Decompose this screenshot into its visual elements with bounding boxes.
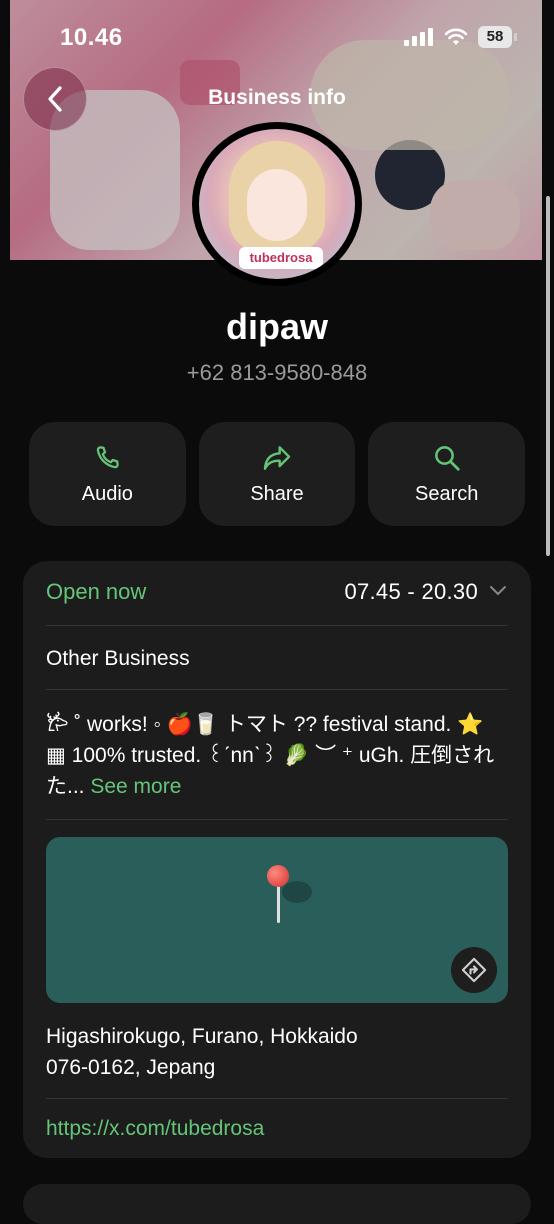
business-description: 𐂂 ˚ works! ◦ 🍎🥛 トマト ?? festival stand. ⭐…: [46, 709, 508, 802]
status-bar: 10.46 58: [0, 0, 554, 70]
website-link[interactable]: https://x.com/tubedrosa: [46, 1117, 264, 1141]
share-button[interactable]: Share: [198, 422, 356, 526]
address-line-2: 076-0162, Jepang: [46, 1056, 216, 1079]
business-hours-row[interactable]: Open now 07.45 - 20.30: [46, 579, 508, 623]
wifi-icon: [444, 28, 468, 45]
action-buttons: Audio Share Search: [29, 422, 526, 526]
avatar[interactable]: tubedrosa: [192, 122, 362, 286]
share-label: Share: [250, 482, 304, 505]
avatar-tag: tubedrosa: [239, 247, 323, 269]
divider: [46, 689, 508, 690]
audio-label: Audio: [81, 482, 133, 505]
directions-button[interactable]: [451, 947, 497, 993]
address-line-1: Higashirokugo, Furano, Hokkaido: [46, 1025, 358, 1048]
business-address[interactable]: Higashirokugo, Furano, Hokkaido 076-0162…: [46, 1021, 508, 1083]
see-more-link[interactable]: See more: [90, 775, 181, 798]
battery-icon: 58: [478, 26, 512, 48]
business-info-card: Open now 07.45 - 20.30 Other Business 𐂂 …: [23, 561, 531, 1158]
divider: [46, 625, 508, 626]
chevron-down-icon: [490, 586, 506, 596]
business-category: Other Business: [46, 647, 190, 670]
divider: [46, 1098, 508, 1099]
phone-number: +62 813-9580-848: [186, 360, 368, 385]
search-button[interactable]: Search: [368, 422, 526, 526]
business-name: dipaw: [225, 306, 328, 347]
map-pin-icon: [267, 865, 289, 887]
battery-tip: [514, 33, 517, 41]
cellular-signal-icon: [404, 28, 434, 46]
phone-icon: [97, 445, 120, 468]
divider: [46, 819, 508, 820]
opening-hours: 07.45 - 20.30: [344, 579, 478, 604]
map-pin-stick: [277, 885, 280, 923]
search-icon: [434, 445, 460, 471]
location-map[interactable]: [46, 837, 508, 1003]
status-time: 10.46: [60, 24, 123, 51]
audio-call-button[interactable]: Audio: [29, 422, 186, 526]
next-card: [23, 1184, 531, 1224]
page-title: Business info: [208, 86, 346, 109]
share-arrow-icon: [263, 445, 291, 470]
search-label: Search: [414, 482, 479, 505]
scrollbar[interactable]: [546, 196, 550, 556]
open-status: Open now: [46, 579, 147, 604]
directions-icon: [461, 957, 487, 983]
